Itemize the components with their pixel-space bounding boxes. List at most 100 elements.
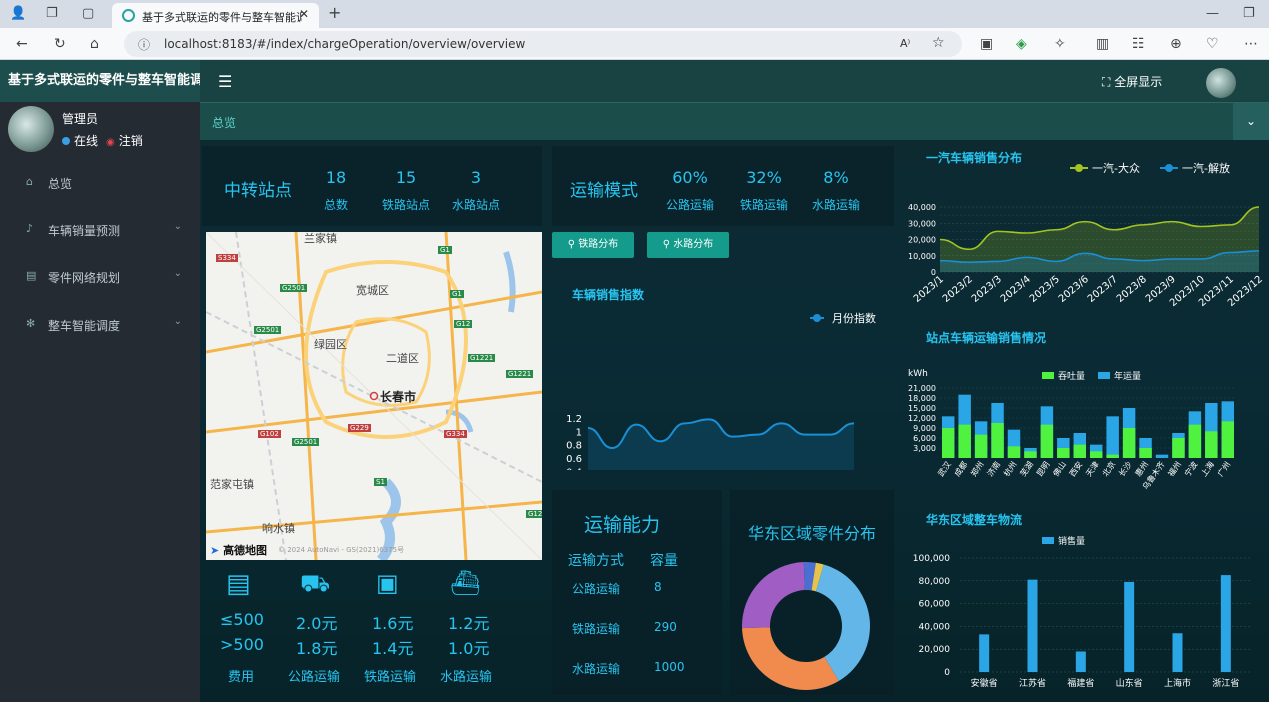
y-tick-label: 40,000	[908, 203, 936, 212]
fee-threshold-2: >500	[220, 635, 264, 654]
restore-icon[interactable]: ❐	[1243, 6, 1255, 21]
status-label: 在线	[74, 134, 99, 148]
bar-year-volume	[1106, 416, 1119, 458]
refresh-icon[interactable]: ↻	[54, 36, 66, 52]
read-aloud-icon[interactable]: A⁾	[900, 37, 910, 50]
info-icon[interactable]: ⓘ	[138, 36, 150, 53]
tab-icon[interactable]: ▣	[980, 36, 993, 52]
map-logo: ➤ 高德地图	[210, 542, 267, 558]
legend-label: 年运量	[1114, 370, 1141, 382]
workspaces-icon[interactable]: ❐	[46, 6, 58, 21]
bar	[1124, 581, 1135, 672]
road-shield: G334	[444, 430, 467, 438]
x-tick-label: 广州	[1215, 459, 1232, 478]
x-tick-label: 宁波	[1182, 459, 1199, 478]
collections-icon[interactable]: ⊕	[1170, 36, 1182, 52]
city-map[interactable]: 兰家镇 宽城区 绿园区 二道区 长春市 范家屯镇 响水镇 G1 G1 G12 G…	[206, 232, 542, 560]
x-tick-label: 福建省	[1067, 677, 1094, 689]
fee-threshold-1: ≤500	[220, 610, 264, 629]
x-tick-label: 昆明	[1035, 460, 1052, 478]
close-tab-icon[interactable]: ✕	[299, 7, 309, 21]
map-label: 兰家镇	[304, 232, 337, 245]
bar-throughput	[1205, 431, 1218, 458]
x-tick-label: 北京	[1100, 459, 1117, 478]
capacity-row-value: 1000	[654, 660, 685, 674]
fee-label: 铁路运输	[364, 670, 417, 685]
capacity-row-mode: 铁路运输	[572, 622, 621, 636]
x-tick-label: 2023/1	[912, 274, 946, 305]
fee-rail-1: 1.6元	[372, 614, 414, 633]
x-tick-label: 济南	[985, 459, 1002, 478]
tab-actions-icon[interactable]: ▢	[82, 6, 94, 21]
browser-essentials-icon[interactable]: ♡	[1206, 36, 1219, 52]
more-icon[interactable]: ⋯	[1244, 36, 1258, 52]
top-bar: ☰ ⛶ 全屏显示	[200, 60, 1269, 102]
x-tick-label: 郑州	[968, 459, 985, 478]
bar-throughput	[1024, 451, 1037, 458]
legend-marker	[1165, 164, 1173, 172]
profile-icon[interactable]: 👤	[10, 6, 26, 21]
station-rail-label: 铁路站点	[381, 198, 430, 212]
chart-title: 站点车辆运输销售情况	[926, 330, 1046, 345]
browser-tab[interactable]: 基于多式联运的零件与整车智能调 ✕	[112, 3, 319, 28]
fullscreen-button[interactable]: ⛶ 全屏显示	[1102, 73, 1162, 90]
chart-title: 华东区域整车物流	[926, 512, 1022, 527]
station-total-value: 18	[325, 168, 347, 187]
menu-toggle-icon[interactable]: ☰	[218, 72, 232, 91]
bar	[979, 634, 990, 672]
extensions-icon[interactable]: ✧	[1054, 36, 1066, 52]
chart-title: 一汽车辆销售分布	[926, 150, 1022, 165]
capacity-row-value: 290	[654, 620, 677, 634]
minimize-icon[interactable]: —	[1206, 6, 1219, 21]
y-tick-label: 0.4	[566, 467, 582, 470]
sidebar-item-sales-forecast[interactable]: ♪ 车辆销量预测 ⌄	[0, 209, 200, 249]
ship-icon: ⛴	[450, 569, 481, 597]
browser-tab-bar: 👤 ❐ ▢ 基于多式联运的零件与整车智能调 ✕ + — ❐	[0, 0, 1269, 28]
fee-label: 公路运输	[288, 670, 341, 685]
box-icon: ▤	[26, 269, 37, 282]
y-tick-label: 0.8	[566, 441, 582, 452]
road-shield: G12	[526, 510, 542, 518]
x-tick-label: 佛山	[1051, 459, 1068, 478]
road-shield: G12	[454, 320, 473, 328]
new-tab-icon[interactable]: +	[328, 3, 341, 22]
favorites-icon[interactable]: ☷	[1132, 36, 1145, 52]
y-tick-label: 12,000	[908, 414, 936, 423]
chevron-down-icon: ⌄	[173, 268, 182, 279]
sales-index-chart: 车辆销售指数月份指数00.20.40.60.811.21234567891011…	[566, 287, 876, 470]
stations-panel: 中转站点 18 总数 15 铁路站点 3 水路站点	[202, 146, 542, 226]
water-distribution-button[interactable]: ⚲ 水路分布	[647, 232, 729, 258]
east-parts-title: 华东区域零件分布	[748, 524, 877, 543]
fullscreen-label: 全屏显示	[1114, 75, 1163, 89]
url-bar[interactable]: ⓘ localhost:8183/#/index/chargeOperation…	[124, 31, 962, 57]
bar-throughput	[1040, 424, 1054, 458]
sidebar-item-overview[interactable]: ⌂ 总览	[0, 162, 200, 202]
x-tick-label: 上海市	[1164, 677, 1191, 689]
back-icon[interactable]: ←	[16, 36, 28, 52]
search-icon: ⚲	[662, 239, 674, 250]
chevron-down-icon[interactable]: ⌄	[1233, 103, 1269, 141]
road-shield: G1	[438, 246, 452, 254]
sidebar-item-vehicle-dispatch[interactable]: ✻ 整车智能调度 ⌄	[0, 304, 200, 344]
mode-road-value: 60%	[672, 168, 708, 187]
breadcrumb-item[interactable]: 总览	[212, 114, 236, 131]
y-tick-label: 20,000	[919, 645, 951, 655]
fullscreen-icon: ⛶	[1102, 75, 1115, 89]
fee-water-2: 1.0元	[448, 639, 490, 658]
logout-link[interactable]: ◉ 注销	[106, 134, 143, 148]
x-tick-label: 杭州	[1001, 459, 1018, 478]
app-root: 基于多式联运的零件与整车智能调 ☰ ⛶ 全屏显示 总览 ⌄ 管理员 在线 ◉ 注销 …	[0, 60, 1269, 702]
mode-water-value: 8%	[823, 168, 849, 187]
legend-marker	[813, 314, 821, 322]
shield-icon[interactable]: ◈	[1016, 36, 1027, 52]
sidebar-item-parts-network[interactable]: ▤ 零件网络规划 ⌄	[0, 256, 200, 296]
split-screen-icon[interactable]: ▥	[1096, 36, 1109, 52]
stations-title: 中转站点	[224, 181, 292, 201]
modes-title: 运输模式	[570, 181, 638, 201]
breadcrumb: 总览 ⌄	[200, 102, 1269, 141]
favorite-star-icon[interactable]: ☆	[932, 35, 945, 51]
rail-distribution-button[interactable]: ⚲ 铁路分布	[552, 232, 634, 258]
avatar[interactable]	[1206, 68, 1236, 98]
home-icon[interactable]: ⌂	[90, 36, 99, 52]
legend-swatch	[1042, 537, 1054, 544]
